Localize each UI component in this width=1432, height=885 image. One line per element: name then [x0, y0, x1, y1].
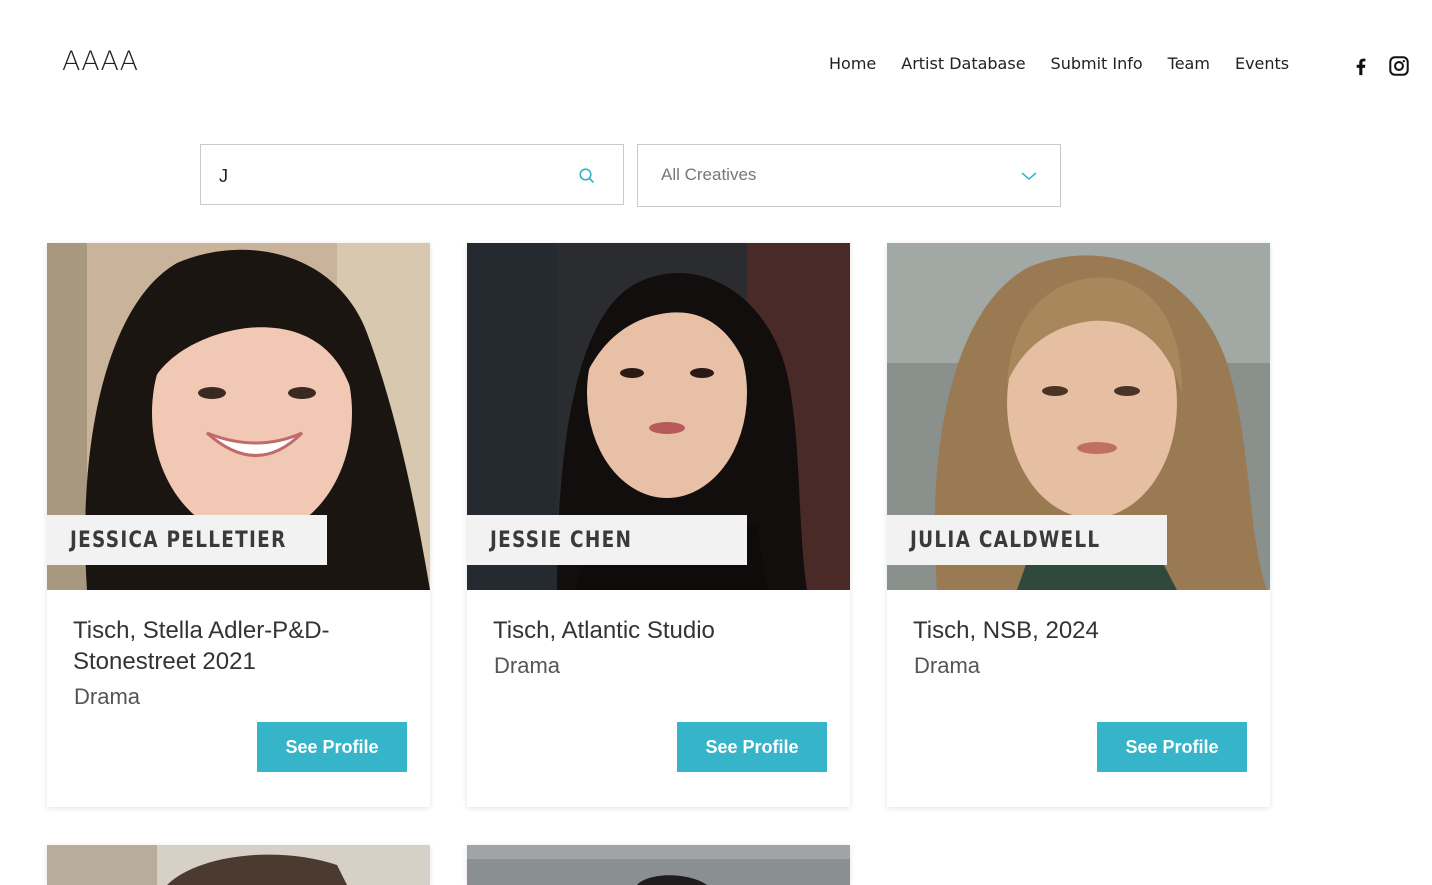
main-nav: Home Artist Database Submit Info Team Ev… — [829, 54, 1314, 73]
artist-school: Tisch, Atlantic Studio — [493, 617, 715, 644]
artist-card: JESSIE CHEN Tisch, Atlantic Studio Drama… — [467, 243, 850, 807]
artist-school: Tisch, Stella Adler-P&D-Stonestreet 2021 — [73, 617, 330, 675]
facebook-icon[interactable] — [1350, 55, 1372, 77]
see-profile-button[interactable]: See Profile — [257, 722, 407, 772]
artist-name: JESSIE CHEN — [467, 515, 747, 565]
artist-card: JULIA CALDWELL Tisch, NSB, 2024 Drama Se… — [887, 243, 1270, 807]
artist-department: Drama — [74, 684, 141, 709]
instagram-icon[interactable] — [1388, 55, 1410, 77]
nav-home[interactable]: Home — [829, 54, 876, 73]
artist-photo[interactable]: JESSICA PELLETIER — [47, 243, 430, 590]
artist-school: Tisch, NSB, 2024 — [913, 617, 1099, 644]
nav-team[interactable]: Team — [1168, 54, 1210, 73]
artist-name: JULIA CALDWELL — [887, 515, 1167, 565]
artist-photo[interactable]: JULIA CALDWELL — [887, 243, 1270, 590]
nav-submit-info[interactable]: Submit Info — [1051, 54, 1143, 73]
filter-selected-value: All Creatives — [661, 165, 757, 184]
artist-department: Drama — [494, 653, 561, 678]
artist-card: JESSICA PELLETIER Tisch, Stella Adler-P&… — [47, 243, 430, 807]
search-icon[interactable] — [578, 167, 596, 185]
search-box — [200, 144, 624, 205]
see-profile-button[interactable]: See Profile — [677, 722, 827, 772]
chevron-down-icon — [1021, 169, 1037, 181]
nav-events[interactable]: Events — [1235, 54, 1289, 73]
site-logo[interactable]: AAAA — [62, 46, 138, 77]
artist-card-partial[interactable] — [47, 845, 430, 885]
social-links — [1350, 55, 1410, 77]
artist-photo[interactable]: JESSIE CHEN — [467, 243, 850, 590]
creatives-filter-dropdown[interactable]: All Creatives — [637, 144, 1061, 207]
artist-name: JESSICA PELLETIER — [47, 515, 327, 565]
see-profile-button[interactable]: See Profile — [1097, 722, 1247, 772]
nav-artist-database[interactable]: Artist Database — [901, 54, 1025, 73]
artist-department: Drama — [914, 653, 981, 678]
artist-card-partial[interactable] — [467, 845, 850, 885]
search-input[interactable] — [217, 159, 561, 193]
